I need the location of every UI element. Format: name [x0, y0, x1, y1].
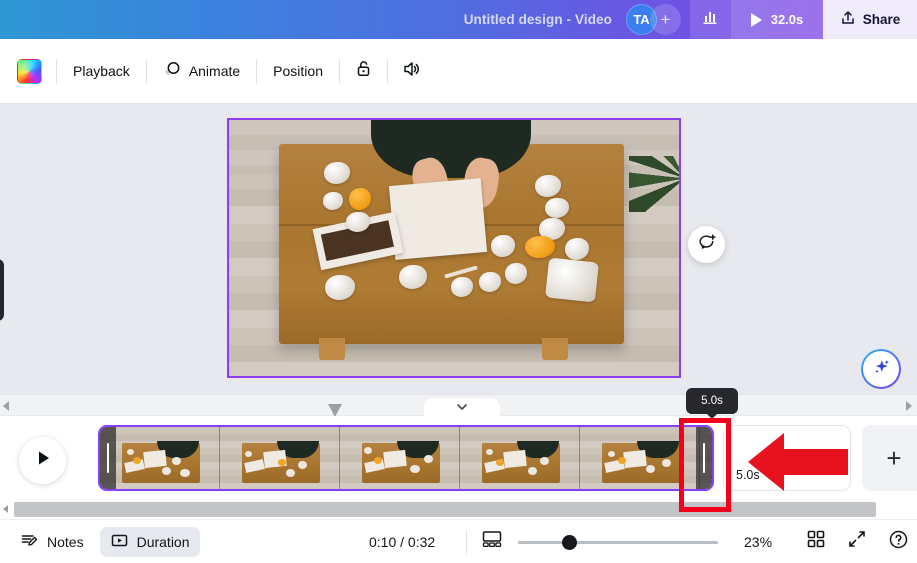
table-leg: [542, 338, 568, 360]
timeline-clip[interactable]: [98, 425, 714, 491]
annotation-arrow: [748, 431, 848, 498]
animate-icon: [163, 60, 182, 82]
timeline-scroll-thumb[interactable]: [14, 502, 876, 517]
total-duration-label: 32.0s: [770, 12, 804, 27]
magic-studio-button[interactable]: [861, 349, 901, 389]
duration-button[interactable]: Duration: [99, 526, 200, 557]
share-button[interactable]: Share: [823, 0, 917, 39]
playback-label: Playback: [73, 63, 130, 79]
video-scene: [229, 120, 679, 376]
scroll-left-arrow-icon[interactable]: [3, 505, 8, 513]
add-collaborator-button[interactable]: +: [650, 4, 681, 35]
add-comment-icon: [697, 232, 717, 257]
top-bar: Untitled design - Video TA + 32.0s Share: [0, 0, 917, 39]
play-icon: [32, 447, 54, 474]
crumpled-paper: [545, 257, 599, 303]
share-upload-icon: [840, 10, 856, 29]
toolbar-divider: [145, 58, 147, 84]
person-figure: [371, 120, 531, 178]
position-label: Position: [273, 63, 323, 79]
toolbar-divider: [338, 58, 340, 84]
color-swatch-button[interactable]: [17, 58, 42, 84]
paper-sheet: [388, 178, 488, 260]
timeline-play-button[interactable]: [19, 437, 66, 484]
lock-button[interactable]: [345, 53, 382, 90]
preview-play-button[interactable]: 32.0s: [731, 0, 823, 39]
clip-thumbnail: [460, 427, 580, 489]
stats-button[interactable]: [690, 0, 731, 39]
notes-label: Notes: [47, 533, 84, 550]
playback-button[interactable]: Playback: [62, 53, 141, 90]
fullscreen-button[interactable]: [847, 529, 867, 554]
annotation-highlight-box: [679, 418, 731, 512]
speaker-icon: [401, 59, 421, 84]
editing-toolbar: Playback Animate Position: [0, 39, 917, 104]
bottom-status-bar: Notes Duration 0:10 / 0:32 23%: [0, 519, 917, 563]
time-display: 0:10 / 0:32: [369, 533, 436, 550]
share-button-label: Share: [862, 12, 901, 27]
trim-handle-grip: [106, 443, 110, 473]
document-title[interactable]: Untitled design - Video: [464, 12, 612, 27]
add-page-button[interactable]: +: [862, 425, 917, 491]
clip-thumbnail: [220, 427, 340, 489]
bar-chart-icon: [702, 9, 719, 31]
pages-view-button[interactable]: [481, 529, 503, 554]
grid-view-button[interactable]: [806, 529, 826, 554]
scroll-right-arrow-icon[interactable]: [906, 401, 912, 411]
volume-button[interactable]: [393, 53, 430, 90]
table-leg: [319, 338, 345, 360]
duration-label: Duration: [136, 533, 190, 550]
help-button[interactable]: [888, 529, 909, 555]
grid-view-icon: [806, 530, 826, 553]
animate-button[interactable]: Animate: [152, 53, 251, 90]
unlock-icon: [354, 59, 373, 83]
clip-filmstrip: [100, 427, 712, 489]
fullscreen-icon: [847, 531, 867, 553]
magic-sparkle-icon: [871, 356, 892, 382]
toolbar-divider: [386, 58, 388, 84]
zoom-slider[interactable]: [518, 534, 718, 550]
clip-thumbnail: [340, 427, 460, 489]
canva-video-editor: Untitled design - Video TA + 32.0s Share…: [0, 0, 917, 563]
plant-decoration: [629, 156, 679, 212]
trim-handle-left[interactable]: [100, 427, 116, 489]
pages-view-icon: [481, 531, 503, 553]
timeline-scrollbar[interactable]: [0, 500, 917, 519]
canvas-area[interactable]: [0, 104, 917, 394]
clip-thumbnail: [100, 427, 220, 489]
bottom-divider: [466, 529, 467, 554]
notes-icon: [20, 531, 39, 553]
position-button[interactable]: Position: [262, 53, 334, 90]
zoom-percent-label[interactable]: 23%: [744, 534, 772, 550]
add-comment-button[interactable]: [688, 226, 725, 263]
toolbar-divider: [256, 58, 258, 84]
duration-icon: [110, 531, 129, 553]
scroll-left-arrow-icon[interactable]: [3, 401, 9, 411]
play-icon: [750, 12, 762, 27]
animate-label: Animate: [188, 63, 241, 79]
help-icon: [888, 530, 909, 554]
zoom-slider-knob[interactable]: [562, 534, 577, 550]
duration-tooltip: 5.0s: [686, 388, 738, 419]
selected-video-element[interactable]: [227, 118, 681, 378]
side-panel-handle[interactable]: [0, 259, 4, 321]
notes-button[interactable]: Notes: [10, 527, 94, 557]
toolbar-divider: [56, 58, 57, 84]
